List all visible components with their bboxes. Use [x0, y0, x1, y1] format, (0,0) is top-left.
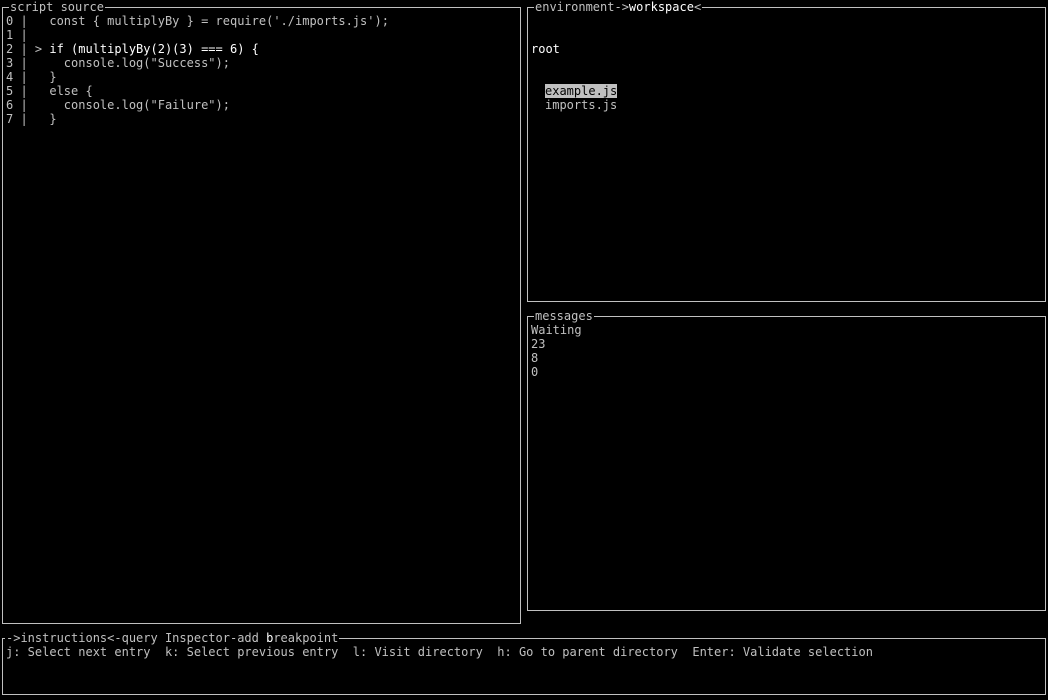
line-number: 1 |	[6, 28, 28, 42]
file-entry[interactable]: imports.js	[531, 98, 1042, 112]
source-line[interactable]: 3 | console.log("Success");	[6, 56, 517, 70]
instructions-title-part1: ->instructions<-query Inspector-add	[6, 631, 267, 645]
message-item: 23	[531, 337, 546, 351]
source-line[interactable]: 2 | > if (multiplyBy(2)(3) === 6) {	[6, 42, 517, 56]
instructions-title: ->instructions<-query Inspector-add brea…	[5, 631, 340, 645]
workspace-title-prefix: environment->	[535, 0, 629, 14]
messages-list: Waiting 23 8 0	[531, 323, 1042, 379]
instructions-panel: ->instructions<-query Inspector-add brea…	[2, 631, 1046, 695]
source-line[interactable]: 1 |	[6, 28, 517, 42]
line-code: const { multiplyBy } = require('./import…	[49, 14, 389, 28]
line-code: if (multiplyBy(2)(3) === 6) {	[49, 42, 259, 56]
line-number: 2 |	[6, 42, 35, 56]
line-code: console.log("Failure");	[63, 98, 230, 112]
messages-title: messages	[534, 309, 594, 323]
source-line[interactable]: 0 | const { multiplyBy } = require('./im…	[6, 14, 517, 28]
file-entry[interactable]: example.js	[531, 84, 1042, 98]
script-source-title: script source	[9, 0, 105, 14]
workspace-title-active: workspace	[628, 0, 694, 14]
file-name: imports.js	[545, 98, 618, 112]
workspace-title: environment->workspace<	[534, 0, 703, 14]
script-source-panel: script source 0 | const { multiplyBy } =…	[2, 0, 521, 624]
line-number: 3 |	[6, 56, 64, 70]
line-code: console.log("Success");	[63, 56, 230, 70]
source-line[interactable]: 6 | console.log("Failure");	[6, 98, 517, 112]
message-item: 0	[531, 365, 539, 379]
line-code: }	[49, 70, 57, 84]
file-tree: root example.js imports.js	[531, 14, 1042, 140]
instructions-title-part2: reakpoint	[273, 631, 339, 645]
source-line[interactable]: 4 | }	[6, 70, 517, 84]
line-code: else {	[49, 84, 93, 98]
tree-root[interactable]: root	[531, 42, 1042, 56]
file-name: example.js	[545, 84, 618, 98]
current-line-marker: >	[34, 42, 50, 56]
workspace-title-suffix: <	[693, 0, 702, 14]
line-number: 5 |	[6, 84, 50, 98]
source-code-view[interactable]: 0 | const { multiplyBy } = require('./im…	[6, 14, 517, 126]
line-number: 7 |	[6, 112, 50, 126]
source-line[interactable]: 7 | }	[6, 112, 517, 126]
line-code: }	[49, 112, 57, 126]
message-item: Waiting	[531, 323, 582, 337]
source-line[interactable]: 5 | else {	[6, 84, 517, 98]
message-item: 8	[531, 351, 539, 365]
workspace-panel: environment->workspace< root example.js i…	[527, 0, 1046, 302]
line-number: 6 |	[6, 98, 64, 112]
messages-panel: messages Waiting 23 8 0	[527, 309, 1046, 611]
instructions-text: j: Select next entry k: Select previous …	[6, 645, 873, 659]
line-number: 4 |	[6, 70, 50, 84]
line-number: 0 |	[6, 14, 50, 28]
